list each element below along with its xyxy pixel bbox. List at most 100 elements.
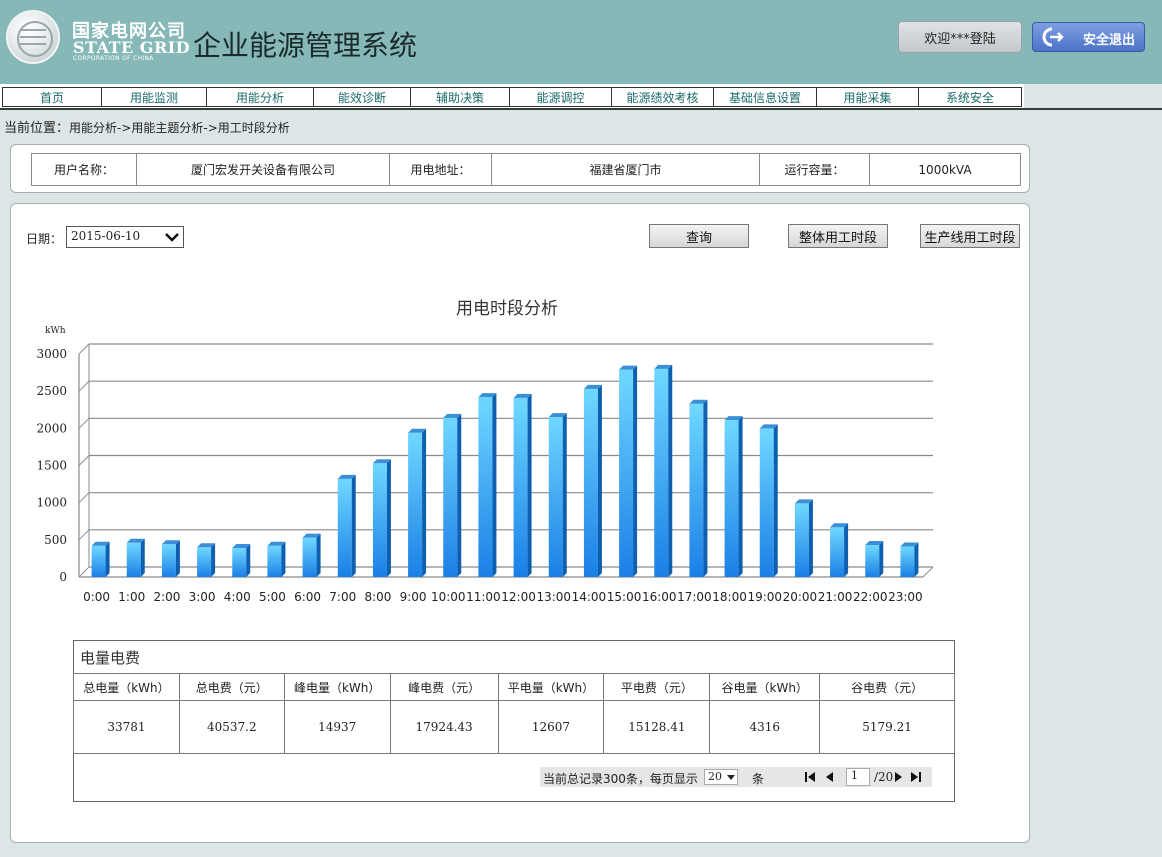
y-tick-label: 500 [44,533,67,547]
x-tick-label: 9:00 [400,590,427,604]
page-number-input[interactable]: 1 [846,768,870,786]
bar[interactable] [408,428,427,577]
gridline-depth [78,566,90,578]
bar[interactable] [126,538,145,577]
chart-svg: 用电时段分析 kWh 0 500 1000 1500 2000 2500 3000 0:00 1… [36,299,934,604]
state-grid-logo-icon [6,10,60,64]
nav-item[interactable]: 辅助决策 [411,88,510,106]
table-header-cell: 峰电费（元） [389,673,499,701]
bar[interactable] [91,541,110,577]
nav-divider [1024,108,1162,110]
bar[interactable] [619,365,638,577]
bar[interactable] [161,540,180,577]
bar[interactable] [654,364,673,577]
table-cell: 12607 [497,700,605,754]
table-header-cell: 总电量（kWh） [73,673,180,701]
welcome-button[interactable]: 欢迎***登陆 [898,21,1022,53]
line-work-period-button[interactable]: 生产线用工时段 [920,224,1020,248]
breadcrumb-path: 用能分析->用能主题分析->用工时段分析 [69,121,290,135]
date-select[interactable]: 2015-06-10 [66,226,184,248]
table-header-cell: 平电费（元） [603,673,711,701]
bar[interactable] [267,541,286,577]
x-tick-label: 4:00 [224,590,251,604]
x-tick-label: 22:00 [853,590,888,604]
usage-period-chart: 用电时段分析 kWh 0 500 1000 1500 2000 2500 3000 0:00 1… [11,284,1031,614]
y-tick-label: 1500 [36,459,67,473]
table-cell: 33781 [73,700,180,754]
page-total: /20 [874,770,894,784]
gridline-depth [78,417,90,429]
nav-item[interactable]: 能效诊断 [314,88,411,106]
bar[interactable] [759,424,778,577]
table-cell: 40537.2 [178,700,285,754]
nav-item[interactable]: 用能分析 [207,88,314,106]
capacity-label: 运行容量： [759,153,870,186]
date-value: 2015-06-10 [71,229,141,243]
last-page-icon[interactable] [910,771,922,783]
bar[interactable] [724,416,743,577]
bar[interactable] [689,399,708,577]
next-page-icon[interactable] [892,771,904,783]
nav-item[interactable]: 首页 [3,88,102,106]
gridline-depth [78,380,90,392]
nav-item[interactable]: 系统安全 [919,88,1021,106]
main-nav: 首页 用能监测 用能分析 能效诊断 辅助决策 能源调控 能源绩效考核 基础信息设置 用能采集 系统… [0,84,1024,110]
x-tick-label: 15:00 [607,590,642,604]
bar[interactable] [197,543,216,577]
x-tick-label: 21:00 [818,590,853,604]
user-name-label: 用户名称： [31,153,137,186]
bar[interactable] [830,523,849,577]
table-row: 33781 40537.2 14937 17924.43 12607 15128.41 43… [73,700,955,754]
x-tick-label: 19:00 [747,590,782,604]
logout-button[interactable]: 安全退出 [1032,22,1145,52]
bar[interactable] [302,533,321,577]
nav-item[interactable]: 能源绩效考核 [612,88,714,106]
bar[interactable] [232,544,251,577]
page-size-arrow-icon [727,775,735,780]
bar[interactable] [548,413,567,577]
nav-item[interactable]: 用能采集 [817,88,919,106]
table-cell: 17924.43 [389,700,499,754]
user-name-value: 厦门宏发开关设备有限公司 [136,153,390,186]
table-header-cell: 峰电量（kWh） [283,673,391,701]
user-info-panel: 用户名称： 厦门宏发开关设备有限公司 用电地址： 福建省厦门市 运行容量： 10… [10,144,1030,193]
gridline-depth [78,529,90,541]
bar[interactable] [900,542,919,577]
brand-subtitle: CORPORATION OF CHINA [73,55,154,62]
nav-row: 首页 用能监测 用能分析 能效诊断 辅助决策 能源调控 能源绩效考核 基础信息设置 用能采集 系统… [2,87,1022,107]
bar[interactable] [443,413,462,577]
y-tick-label: 3000 [36,347,67,361]
bar[interactable] [513,393,532,577]
bar[interactable] [478,393,497,577]
bar[interactable] [794,499,813,577]
pager-unit: 条 [752,772,765,786]
page-size-select[interactable]: 20 [704,769,738,785]
x-tick-label: 8:00 [364,590,391,604]
x-tick-label: 20:00 [783,590,818,604]
x-tick-label: 16:00 [642,590,677,604]
query-button[interactable]: 查询 [649,224,749,248]
nav-item[interactable]: 基础信息设置 [714,88,817,106]
app-title: 企业能源管理系统 [193,29,418,62]
gridline-depth [78,492,90,504]
x-tick-label: 2:00 [153,590,180,604]
x-tick-label: 11:00 [466,590,501,604]
chevron-down-icon [165,233,179,242]
bar[interactable] [372,459,391,577]
table-cell: 4316 [709,700,821,754]
table-cell: 14937 [283,700,391,754]
pager: 当前总记录300条，每页显示 20 条 1 /20 [540,767,932,787]
logout-icon [1042,27,1064,47]
x-tick-label: 6:00 [294,590,321,604]
breadcrumb: 当前位置：用能分析->用能主题分析->用工时段分析 [4,117,290,136]
chart-y-unit: kWh [45,326,66,336]
first-page-icon[interactable] [804,771,816,783]
overall-work-period-button[interactable]: 整体用工时段 [788,224,888,248]
table-header-cell: 谷电量（kWh） [709,673,821,701]
prev-page-icon[interactable] [824,771,836,783]
nav-item[interactable]: 用能监测 [102,88,207,106]
bar[interactable] [583,384,602,577]
nav-item[interactable]: 能源调控 [510,88,612,106]
bar[interactable] [337,474,356,577]
bar[interactable] [865,541,884,577]
